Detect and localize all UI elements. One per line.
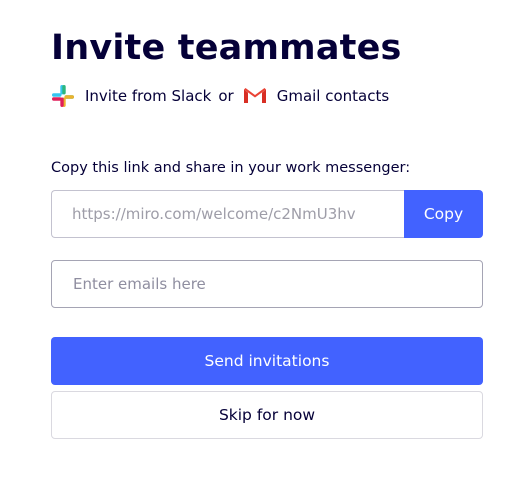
gmail-contacts-link[interactable]: Gmail contacts: [243, 84, 389, 108]
share-link-label: Copy this link and share in your work me…: [51, 160, 411, 176]
gmail-link-label: Gmail contacts: [276, 87, 390, 105]
slack-icon: [51, 84, 75, 108]
skip-button[interactable]: Skip for now: [51, 391, 483, 439]
gmail-icon: [243, 84, 267, 108]
or-separator: or: [218, 87, 234, 105]
slack-link-label: Invite from Slack: [85, 87, 212, 105]
email-input[interactable]: [51, 260, 483, 308]
invite-from-slack-link[interactable]: Invite from Slack: [51, 84, 211, 108]
send-invitations-button[interactable]: Send invitations: [51, 337, 483, 385]
share-link-field[interactable]: [51, 190, 404, 238]
page-title: Invite teammates: [51, 28, 402, 68]
share-link-row: Copy: [51, 190, 483, 238]
copy-link-button[interactable]: Copy: [404, 190, 483, 238]
invite-integrations: Invite from Slack or Gmail contacts: [51, 84, 389, 108]
